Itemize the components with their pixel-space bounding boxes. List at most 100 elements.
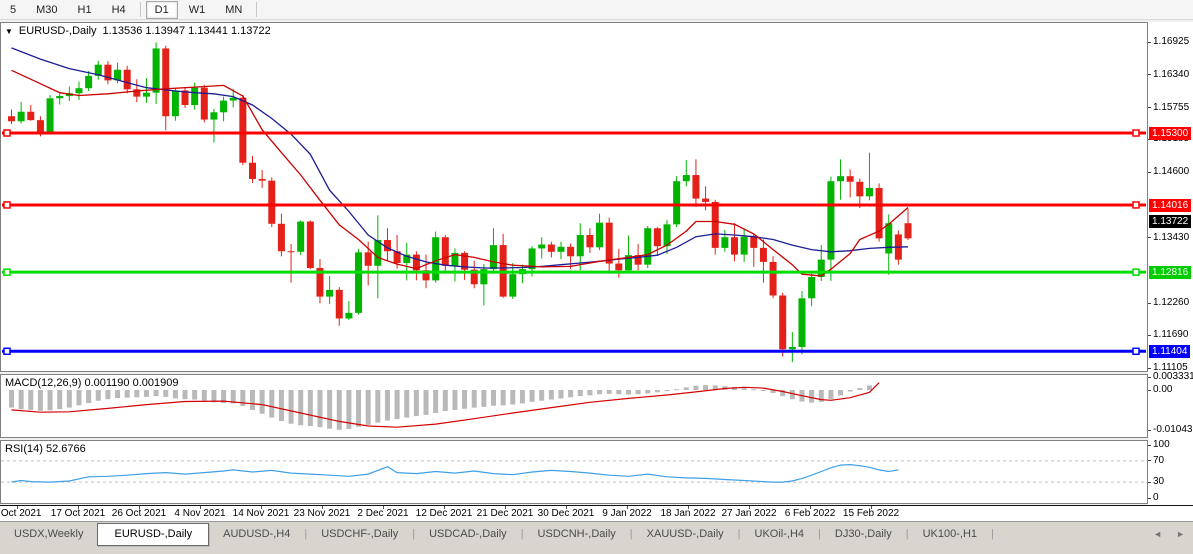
macd-histogram-bar: [684, 387, 689, 390]
macd-histogram-bar: [481, 390, 486, 407]
macd-histogram-bar: [375, 390, 380, 423]
date-label: 9 Jan 2022: [602, 508, 652, 519]
macd-histogram-bar: [742, 388, 747, 390]
macd-histogram-bar: [510, 390, 515, 405]
macd-histogram-bar: [173, 390, 178, 398]
date-label: 6 Feb 2022: [785, 508, 836, 519]
rsi-line: [12, 465, 899, 483]
macd-histogram-bar: [57, 390, 62, 409]
macd-histogram-bar: [38, 390, 43, 411]
chart-tab-xauusd-daily[interactable]: XAUUSD-,Daily: [633, 524, 738, 543]
price-axis-label: 1.16340: [1153, 69, 1189, 80]
date-label: 21 Dec 2021: [477, 508, 534, 519]
chart-tab-usdchf-daily[interactable]: USDCHF-,Daily: [307, 524, 412, 543]
level-handle[interactable]: [4, 269, 10, 275]
macd-panel[interactable]: MACD(12,26,9) 0.001190 0.001909: [0, 374, 1148, 438]
price-chart-canvas[interactable]: [1, 23, 1147, 371]
level-handle[interactable]: [1133, 130, 1139, 136]
price-axis-tick: [1148, 335, 1151, 336]
price-axis-label: 1.12260: [1153, 297, 1189, 308]
rsi-panel[interactable]: RSI(14) 52.6766: [0, 440, 1148, 504]
macd-histogram-bar: [472, 390, 477, 408]
macd-histogram-bar: [674, 389, 679, 390]
macd-histogram-bar: [240, 390, 245, 406]
date-label: 17 Oct 2021: [51, 508, 105, 519]
level-handle[interactable]: [1133, 269, 1139, 275]
level-handle[interactable]: [4, 130, 10, 136]
rsi-axis-tick: [1148, 460, 1151, 461]
level-handle[interactable]: [4, 202, 10, 208]
macd-histogram-bar: [838, 390, 843, 395]
macd-histogram-bar: [568, 390, 573, 397]
chart-tab-eurusd-daily[interactable]: EURUSD-,Daily: [97, 523, 209, 546]
macd-histogram-bar: [250, 390, 255, 410]
level-handle[interactable]: [4, 348, 10, 354]
price-axis-label: 1.11690: [1153, 329, 1188, 340]
macd-histogram-bar: [337, 390, 342, 430]
price-axis-label: 1.15755: [1153, 102, 1189, 113]
macd-histogram-bar: [9, 390, 14, 408]
chart-tab-usdcad-daily[interactable]: USDCAD-,Daily: [415, 524, 521, 543]
tab-scroll-left-icon[interactable]: ◄: [1153, 529, 1162, 539]
timeframe-button-h1[interactable]: H1: [69, 1, 101, 19]
macd-histogram-bar: [202, 390, 207, 401]
level-handle[interactable]: [1133, 348, 1139, 354]
macd-histogram-bar: [134, 390, 139, 397]
macd-histogram-bar: [587, 390, 592, 395]
macd-histogram-bar: [289, 390, 294, 424]
price-level-badge: 1.13722: [1149, 215, 1191, 228]
chart-tab-usdx-weekly[interactable]: USDX,Weekly: [0, 524, 97, 543]
macd-histogram-bar: [703, 385, 708, 390]
macd-histogram-bar: [308, 390, 313, 426]
macd-histogram-bar: [327, 390, 332, 429]
chart-tab-dj30-daily[interactable]: DJ30-,Daily: [821, 524, 906, 543]
price-axis-tick: [1148, 42, 1151, 43]
price-axis-tick: [1148, 172, 1151, 173]
rsi-label: RSI(14) 52.6766: [5, 443, 86, 455]
date-label: 12 Dec 2021: [416, 508, 473, 519]
rsi-axis-label: 30: [1153, 476, 1164, 487]
macd-histogram-bar: [96, 390, 101, 401]
price-axis-tick: [1148, 74, 1151, 75]
price-axis-tick: [1148, 303, 1151, 304]
rsi-canvas[interactable]: [1, 441, 1147, 503]
date-label: 26 Oct 2021: [112, 508, 166, 519]
toolbar-separator: [140, 2, 141, 17]
chart-tab-ukoil-h4[interactable]: UKOil-,H4: [741, 524, 819, 543]
timeframe-button-w1[interactable]: W1: [180, 1, 215, 19]
macd-histogram-bar: [607, 390, 612, 394]
macd-histogram-bar: [857, 388, 862, 390]
timeframe-button-d1[interactable]: D1: [146, 1, 178, 19]
date-label: 7 Oct 2021: [0, 508, 41, 519]
rsi-axis-label: 0: [1153, 492, 1159, 503]
macd-label: MACD(12,26,9) 0.001190 0.001909: [5, 377, 178, 389]
price-level-badge: 1.14016: [1149, 199, 1191, 212]
macd-axis-tick: [1148, 390, 1151, 391]
price-axis-tick: [1148, 237, 1151, 238]
macd-histogram-bar: [115, 390, 120, 398]
level-handle[interactable]: [1133, 202, 1139, 208]
rsi-axis-tick: [1148, 498, 1151, 499]
macd-axis-label: 0.003331: [1153, 371, 1193, 382]
macd-histogram-bar: [433, 390, 438, 413]
timeframe-button-mn[interactable]: MN: [216, 1, 251, 19]
chart-title: ▼ EURUSD-,Daily 1.13536 1.13947 1.13441 …: [5, 25, 271, 37]
tab-scroll-nav: ◄ ►: [1153, 529, 1185, 539]
timeframe-button-5[interactable]: 5: [1, 1, 25, 19]
chart-symbol-label: EURUSD-,Daily: [19, 25, 97, 37]
chart-tab-uk100-h1[interactable]: UK100-,H1: [909, 524, 991, 543]
tab-scroll-right-icon[interactable]: ►: [1176, 529, 1185, 539]
macd-histogram-bar: [549, 390, 554, 400]
macd-histogram-bar: [597, 390, 602, 394]
timeframe-button-m30[interactable]: M30: [27, 1, 66, 19]
chart-tab-usdcnh-daily[interactable]: USDCNH-,Daily: [524, 524, 630, 543]
macd-histogram-bar: [76, 390, 81, 405]
macd-histogram-bar: [452, 390, 457, 410]
macd-axis-label: -0.010439: [1153, 424, 1193, 435]
macd-histogram-bar: [19, 390, 24, 409]
main-chart-panel[interactable]: ▼ EURUSD-,Daily 1.13536 1.13947 1.13441 …: [0, 22, 1148, 372]
timeframe-button-h4[interactable]: H4: [103, 1, 135, 19]
macd-axis-tick: [1148, 430, 1151, 431]
chart-tab-audusd-h4[interactable]: AUDUSD-,H4: [209, 524, 304, 543]
price-axis: 1.169251.163401.157551.151851.146001.134…: [1148, 22, 1193, 505]
